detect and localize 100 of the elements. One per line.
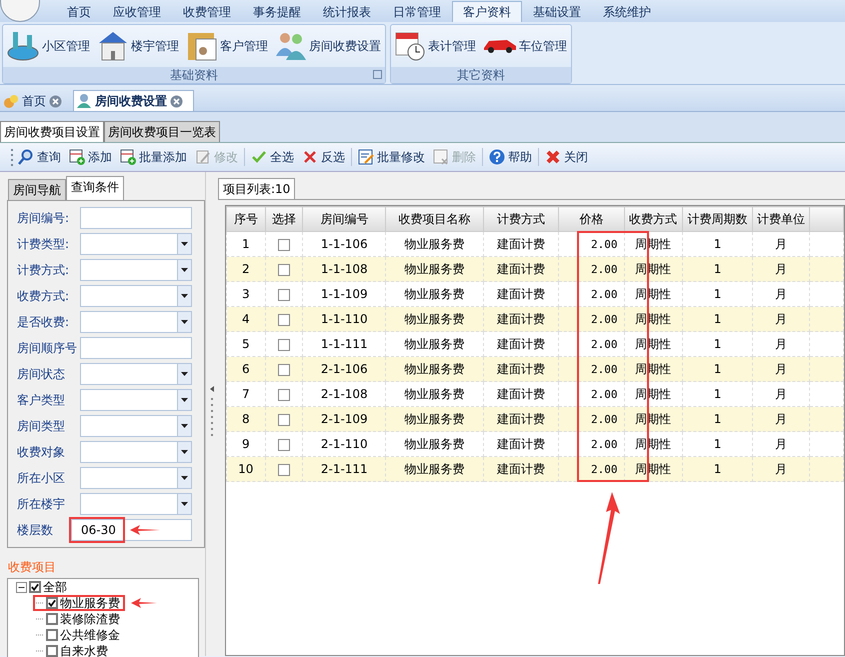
table-cell: 建面计费 — [483, 456, 559, 482]
input-field[interactable]: 06-30 — [71, 519, 192, 542]
column-header[interactable]: 选择 — [265, 206, 303, 232]
ribbon-button[interactable]: 车位管理 — [480, 34, 571, 58]
dropdown-field[interactable] — [80, 493, 192, 516]
checkbox[interactable] — [278, 338, 290, 351]
tab[interactable]: 房间导航 — [8, 179, 66, 200]
table-cell: 建面计费 — [483, 306, 559, 332]
checkbox[interactable] — [278, 464, 290, 476]
checkbox[interactable] — [46, 597, 58, 610]
toolbar-button[interactable]: 帮助 — [485, 147, 536, 167]
grip-icon[interactable] — [10, 148, 14, 166]
menu-tab[interactable]: 客户资料 — [452, 0, 522, 22]
toolbar-button[interactable]: 查询 — [14, 147, 65, 167]
field-label: 收费方式: — [17, 289, 70, 304]
field-label: 房间编号: — [17, 211, 70, 226]
menu-tab[interactable]: 应收管理 — [102, 0, 172, 22]
menu-tab[interactable]: 事务提醒 — [242, 0, 312, 22]
checkbox[interactable] — [278, 288, 290, 301]
checkbox[interactable] — [46, 645, 58, 657]
checkbox[interactable] — [46, 613, 58, 626]
table-cell: 1 — [682, 406, 753, 432]
tree-item[interactable]: 装修除渣费 — [36, 611, 122, 628]
column-header[interactable]: 收费项目名称 — [386, 206, 484, 232]
checkbox[interactable] — [46, 629, 58, 642]
checkbox[interactable] — [278, 438, 290, 451]
close-icon[interactable] — [170, 94, 183, 108]
dropdown-field[interactable] — [80, 415, 192, 438]
dropdown-field[interactable] — [80, 285, 192, 308]
document-tab[interactable]: 首页 — [0, 90, 73, 111]
toolbar-button[interactable]: 批量修改 — [354, 147, 429, 167]
ribbon-button[interactable]: 楼宇管理 — [94, 27, 183, 65]
field-label: 客户类型 — [17, 393, 66, 408]
collapse-icon[interactable] — [16, 582, 27, 593]
dropdown-field[interactable] — [80, 363, 192, 386]
tab[interactable]: 房间收费项目设置 — [0, 120, 104, 142]
toolbar-button[interactable]: 批量添加 — [116, 147, 191, 167]
column-header[interactable]: 计费单位 — [752, 206, 810, 232]
dropdown-field[interactable] — [80, 389, 192, 412]
tree-item[interactable]: 公共维修金 — [36, 627, 122, 644]
document-tab[interactable]: 房间收费设置 — [73, 90, 194, 111]
checkbox[interactable] — [278, 264, 290, 276]
toolbar-button[interactable]: 全选 — [247, 147, 298, 167]
table-cell: 2-1-106 — [302, 356, 386, 382]
field-label: 计费方式: — [17, 263, 70, 278]
menu-tab[interactable]: 基础设置 — [522, 0, 592, 22]
ribbon-button[interactable]: 房间收费设置 — [272, 28, 385, 64]
checkbox[interactable] — [278, 414, 290, 426]
table-cell: 1 — [682, 306, 753, 332]
dropdown-field[interactable] — [80, 233, 192, 256]
checkbox[interactable] — [278, 238, 290, 251]
group-title: 基础资料 — [170, 68, 218, 82]
column-header[interactable]: 计费周期数 — [682, 206, 753, 232]
ribbon-button[interactable]: 客户管理 — [183, 27, 272, 65]
checkbox[interactable] — [278, 314, 290, 326]
caret-icon — [181, 424, 188, 428]
table-cell: 物业服务费 — [386, 456, 484, 482]
close-icon[interactable] — [49, 94, 62, 108]
column-header[interactable]: 房间编号 — [302, 206, 386, 232]
field-label: 房间类型 — [17, 419, 66, 434]
menu-tab[interactable]: 首页 — [56, 0, 102, 22]
dropdown-field[interactable] — [80, 311, 192, 334]
tab[interactable]: 房间收费项目一览表 — [104, 120, 220, 142]
column-header[interactable]: 序号 — [226, 206, 266, 232]
table-cell: 2.00 — [558, 406, 624, 432]
ribbon-button[interactable]: 表计管理 — [391, 27, 480, 65]
input-field[interactable] — [80, 337, 192, 360]
column-header[interactable]: 收费方式 — [624, 206, 682, 232]
magnifier-icon — [18, 149, 34, 165]
checkbox[interactable] — [29, 581, 41, 594]
checkbox[interactable] — [278, 388, 290, 401]
table-cell: 8 — [226, 406, 266, 432]
tree-item[interactable]: 自来水费 — [36, 643, 110, 657]
calendar-clock-icon — [395, 31, 425, 61]
table-cell: 2-1-111 — [302, 456, 386, 482]
menu-tab[interactable]: 系统维护 — [592, 0, 662, 22]
dropdown-field[interactable] — [80, 467, 192, 490]
menu-tab[interactable]: 日常管理 — [382, 0, 452, 22]
column-header[interactable]: 价格 — [558, 206, 624, 232]
menu-tab[interactable]: 统计报表 — [312, 0, 382, 22]
column-header[interactable]: 计费方式 — [483, 206, 559, 232]
dropdown-field[interactable] — [80, 259, 192, 282]
field-label: 是否收费: — [17, 315, 70, 330]
toolbar-button[interactable]: 关闭 — [541, 147, 592, 167]
toolbar-button[interactable]: 添加 — [65, 147, 116, 167]
tree-item[interactable]: 全部 — [16, 579, 69, 596]
tab[interactable]: 项目列表:10 — [218, 178, 296, 200]
ribbon-button[interactable]: 小区管理 — [3, 27, 94, 65]
dialog-launcher-icon[interactable] — [373, 70, 382, 79]
toolbar-button[interactable]: 反选 — [298, 147, 349, 167]
tab[interactable]: 查询条件 — [66, 176, 124, 200]
table-cell: 2.00 — [558, 306, 624, 332]
menu-tab[interactable]: 收费管理 — [172, 0, 242, 22]
dropdown-field[interactable] — [80, 441, 192, 464]
input-field[interactable] — [80, 207, 192, 230]
car-icon — [484, 38, 516, 53]
caret-icon — [181, 502, 188, 506]
checkbox[interactable] — [278, 364, 290, 376]
tree-item[interactable]: 物业服务费 — [36, 595, 122, 612]
group-title: 其它资料 — [457, 68, 505, 82]
